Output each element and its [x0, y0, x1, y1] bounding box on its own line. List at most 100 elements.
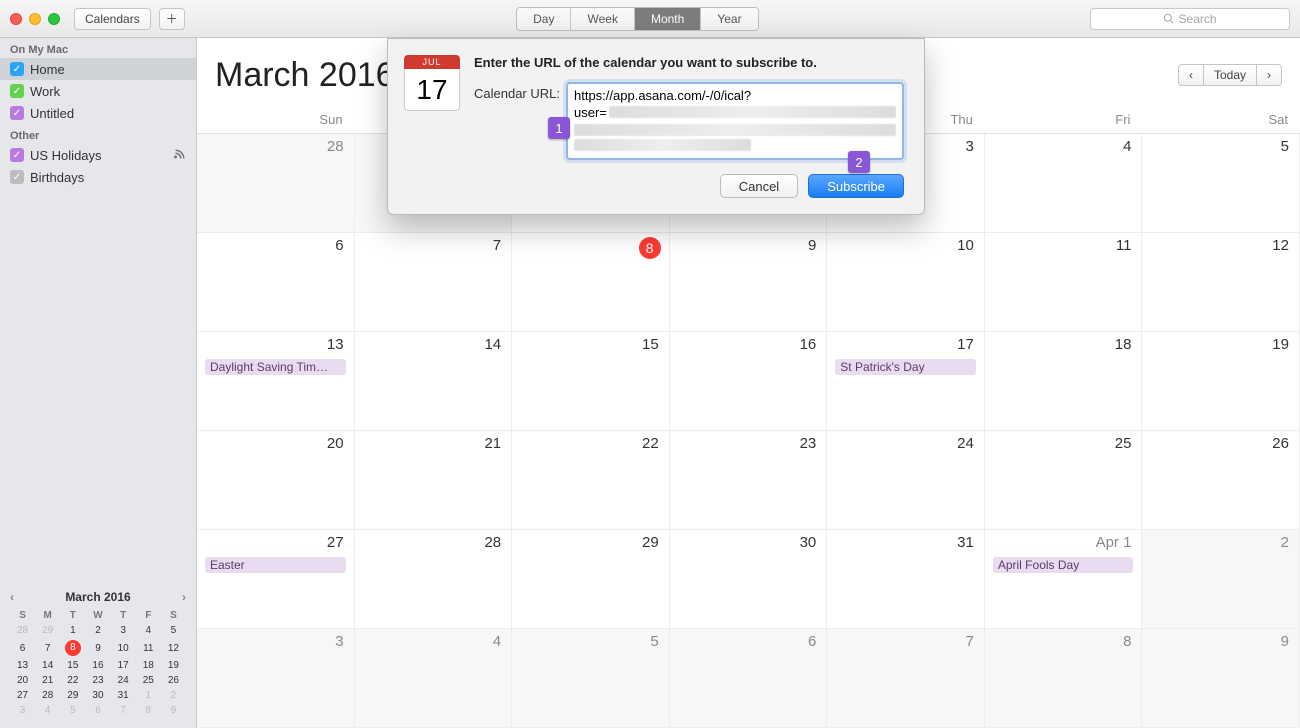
day-cell[interactable]: 26: [1142, 431, 1300, 530]
day-cell[interactable]: 9: [670, 233, 828, 332]
day-cell[interactable]: 28: [197, 134, 355, 233]
day-cell[interactable]: 7: [827, 629, 985, 728]
mini-day[interactable]: 5: [60, 703, 85, 718]
mini-day[interactable]: 28: [10, 623, 35, 638]
calendar-checkbox[interactable]: ✓: [10, 62, 24, 76]
mini-day[interactable]: 2: [85, 623, 110, 638]
day-cell[interactable]: 15: [512, 332, 670, 431]
day-cell[interactable]: 8: [985, 629, 1143, 728]
day-cell[interactable]: 30: [670, 530, 828, 629]
mini-day[interactable]: 1: [136, 688, 161, 703]
mini-day[interactable]: 29: [35, 623, 60, 638]
event-chip[interactable]: St Patrick's Day: [835, 359, 976, 375]
day-cell[interactable]: 17St Patrick's Day: [827, 332, 985, 431]
day-cell[interactable]: 4: [985, 134, 1143, 233]
mini-day[interactable]: 6: [10, 638, 35, 658]
day-cell[interactable]: 27Easter: [197, 530, 355, 629]
close-button[interactable]: [10, 13, 22, 25]
day-cell[interactable]: 22: [512, 431, 670, 530]
day-cell[interactable]: 12: [1142, 233, 1300, 332]
mini-day[interactable]: 29: [60, 688, 85, 703]
mini-day[interactable]: 3: [10, 703, 35, 718]
calendar-checkbox[interactable]: ✓: [10, 170, 24, 184]
mini-day[interactable]: 5: [161, 623, 186, 638]
mini-day[interactable]: 14: [35, 658, 60, 673]
day-cell[interactable]: 11: [985, 233, 1143, 332]
day-cell[interactable]: 5: [512, 629, 670, 728]
mini-day[interactable]: 4: [35, 703, 60, 718]
mini-day[interactable]: 12: [161, 638, 186, 658]
next-month-button[interactable]: ›: [1256, 64, 1282, 86]
day-cell[interactable]: 19: [1142, 332, 1300, 431]
event-chip[interactable]: Daylight Saving Tim…: [205, 359, 346, 375]
mini-day[interactable]: 30: [85, 688, 110, 703]
event-chip[interactable]: April Fools Day: [993, 557, 1134, 573]
day-cell[interactable]: 23: [670, 431, 828, 530]
mini-day[interactable]: 7: [35, 638, 60, 658]
month-grid[interactable]: 282912345678910111213Daylight Saving Tim…: [197, 134, 1300, 728]
mini-day[interactable]: 8: [136, 703, 161, 718]
mini-day[interactable]: 31: [111, 688, 136, 703]
calendar-checkbox[interactable]: ✓: [10, 84, 24, 98]
mini-day[interactable]: 27: [10, 688, 35, 703]
mini-day[interactable]: 8: [60, 638, 85, 658]
mini-prev-month[interactable]: ‹: [10, 590, 14, 604]
calendars-toggle-button[interactable]: Calendars: [74, 8, 151, 30]
add-event-button[interactable]: ＋: [159, 8, 185, 30]
mini-day[interactable]: 9: [85, 638, 110, 658]
day-cell[interactable]: 31: [827, 530, 985, 629]
mini-day[interactable]: 20: [10, 673, 35, 688]
day-cell[interactable]: 8: [512, 233, 670, 332]
prev-month-button[interactable]: ‹: [1178, 64, 1204, 86]
sidebar-item-birthdays[interactable]: ✓Birthdays: [0, 166, 196, 188]
day-cell[interactable]: 24: [827, 431, 985, 530]
mini-day[interactable]: 18: [136, 658, 161, 673]
day-cell[interactable]: 20: [197, 431, 355, 530]
mini-day[interactable]: 17: [111, 658, 136, 673]
mini-day[interactable]: 26: [161, 673, 186, 688]
day-cell[interactable]: 5: [1142, 134, 1300, 233]
sidebar-item-work[interactable]: ✓Work: [0, 80, 196, 102]
day-cell[interactable]: 25: [985, 431, 1143, 530]
mini-day[interactable]: 23: [85, 673, 110, 688]
mini-day[interactable]: 13: [10, 658, 35, 673]
mini-day[interactable]: 21: [35, 673, 60, 688]
day-cell[interactable]: 2: [1142, 530, 1300, 629]
minimize-button[interactable]: [29, 13, 41, 25]
day-cell[interactable]: 9: [1142, 629, 1300, 728]
view-month[interactable]: Month: [635, 8, 701, 30]
zoom-button[interactable]: [48, 13, 60, 25]
mini-day[interactable]: 22: [60, 673, 85, 688]
day-cell[interactable]: Apr 1April Fools Day: [985, 530, 1143, 629]
day-cell[interactable]: 6: [197, 233, 355, 332]
calendar-checkbox[interactable]: ✓: [10, 106, 24, 120]
mini-day[interactable]: 10: [111, 638, 136, 658]
day-cell[interactable]: 10: [827, 233, 985, 332]
mini-day[interactable]: 11: [136, 638, 161, 658]
cancel-button[interactable]: Cancel: [720, 174, 798, 198]
subscribe-button[interactable]: Subscribe: [808, 174, 904, 198]
mini-day[interactable]: 3: [111, 623, 136, 638]
day-cell[interactable]: 14: [355, 332, 513, 431]
calendar-url-input[interactable]: https://app.asana.com/-/0/ical? user=: [566, 82, 904, 160]
mini-day[interactable]: 16: [85, 658, 110, 673]
mini-day[interactable]: 4: [136, 623, 161, 638]
sidebar-item-us-holidays[interactable]: ✓US Holidays: [0, 144, 196, 166]
day-cell[interactable]: 3: [197, 629, 355, 728]
view-year[interactable]: Year: [701, 8, 757, 30]
view-week[interactable]: Week: [571, 8, 634, 30]
calendar-checkbox[interactable]: ✓: [10, 148, 24, 162]
mini-day[interactable]: 25: [136, 673, 161, 688]
day-cell[interactable]: 28: [355, 530, 513, 629]
day-cell[interactable]: 29: [512, 530, 670, 629]
day-cell[interactable]: 7: [355, 233, 513, 332]
search-input[interactable]: Search: [1090, 8, 1290, 30]
day-cell[interactable]: 18: [985, 332, 1143, 431]
mini-day[interactable]: 24: [111, 673, 136, 688]
mini-next-month[interactable]: ›: [182, 590, 186, 604]
day-cell[interactable]: 16: [670, 332, 828, 431]
mini-day[interactable]: 2: [161, 688, 186, 703]
mini-day[interactable]: 15: [60, 658, 85, 673]
day-cell[interactable]: 21: [355, 431, 513, 530]
sidebar-item-untitled[interactable]: ✓Untitled: [0, 102, 196, 124]
